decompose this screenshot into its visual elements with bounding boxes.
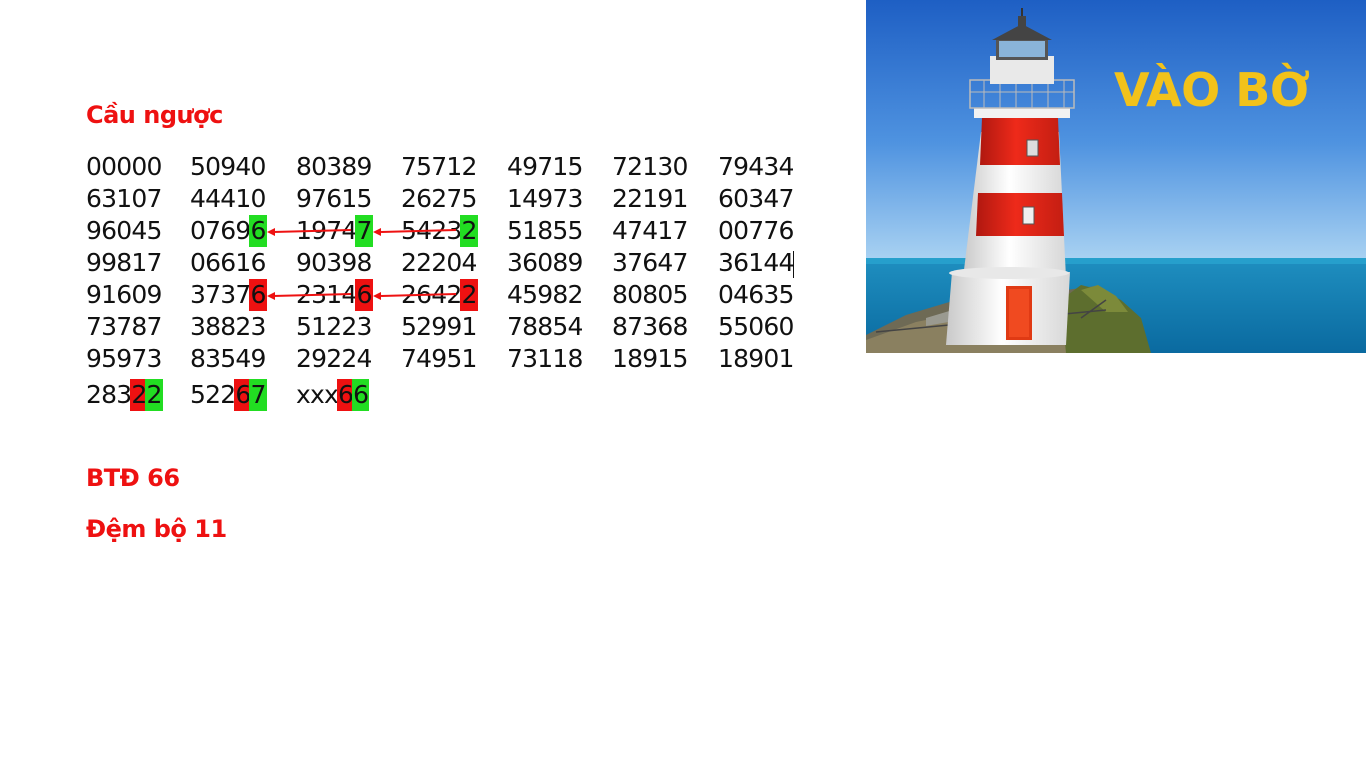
red-highlighted-digit: 2 [460, 279, 478, 311]
green-highlighted-digit: 2 [460, 215, 478, 247]
number-cell: 28322 [86, 379, 163, 411]
number-cell: xxx66 [296, 379, 370, 411]
number-cell: 74951 [401, 344, 477, 373]
grid-row: 95973 83549 29224 74951 73118 18915 18901 [86, 343, 846, 375]
number-cell: 26275 [401, 184, 477, 213]
number-cell: 47417 [612, 216, 688, 245]
lighthouse-illustration [866, 0, 1366, 353]
green-highlighted-digit: 6 [352, 379, 370, 411]
number-cell: 22204 [401, 248, 477, 277]
green-highlighted-digit: 6 [249, 215, 267, 247]
number-cell: 00776 [718, 216, 794, 245]
text-cursor [793, 251, 794, 278]
number-cell: 63107 [86, 184, 162, 213]
number-cell: 04635 [718, 280, 794, 309]
number-cell: 49715 [507, 152, 583, 181]
number-cell: 23146 [296, 279, 373, 311]
number-cell: 60347 [718, 184, 794, 213]
number-cell: 80389 [296, 152, 372, 181]
number-cell: 52267 [190, 379, 267, 411]
number-cell: 45982 [507, 280, 583, 309]
number-cell: 26422 [401, 279, 478, 311]
number-cell: 52991 [401, 312, 477, 341]
number-cell: 06616 [190, 248, 266, 277]
number-cell: 14973 [507, 184, 583, 213]
number-cell: 22191 [612, 184, 688, 213]
image-caption: VÀO BỜ [1114, 63, 1310, 117]
grid-row: 99817 06616 90398 22204 36089 37647 36144 [86, 247, 846, 279]
note-btd: BTĐ 66 [86, 464, 180, 492]
number-cell: 96045 [86, 216, 162, 245]
number-cell: 97615 [296, 184, 372, 213]
red-highlighted-digit: 6 [249, 279, 267, 311]
number-cell: 51223 [296, 312, 372, 341]
grid-row: 00000 50940 80389 75712 49715 72130 79434 [86, 151, 846, 183]
number-cell: 83549 [190, 344, 266, 373]
number-cell: 00000 [86, 152, 162, 181]
number-cell: 95973 [86, 344, 162, 373]
green-highlighted-digit: 2 [145, 379, 163, 411]
lighthouse-photo: VÀO BỜ [866, 0, 1366, 353]
grid-row: 96045 07696 19747 54232 51855 47417 00776 [86, 215, 846, 247]
number-cell: 87368 [612, 312, 688, 341]
number-cell: 73787 [86, 312, 162, 341]
number-cell: 19747 [296, 215, 373, 247]
number-cell: 72130 [612, 152, 688, 181]
green-highlighted-digit: 7 [355, 215, 373, 247]
number-cell: 90398 [296, 248, 372, 277]
number-cell: 73118 [507, 344, 583, 373]
number-cell: 79434 [718, 152, 794, 181]
number-cell: 50940 [190, 152, 266, 181]
note-dem-bo: Đệm bộ 11 [86, 515, 227, 543]
number-cell: 37647 [612, 248, 688, 277]
grid-row: 63107 44410 97615 26275 14973 22191 60347 [86, 183, 846, 215]
number-cell: 38823 [190, 312, 266, 341]
number-cell: 99817 [86, 248, 162, 277]
red-highlighted-digit: 6 [355, 279, 373, 311]
grid-row: 28322 52267 xxx66 [86, 375, 846, 415]
number-cell: 75712 [401, 152, 477, 181]
number-cell: 36089 [507, 248, 583, 277]
number-cell: 18915 [612, 344, 688, 373]
number-cell: 51855 [507, 216, 583, 245]
number-cell: 37376 [190, 279, 267, 311]
number-cell: 54232 [401, 215, 478, 247]
number-cell: 80805 [612, 280, 688, 309]
number-cell: 36144 [718, 248, 794, 277]
number-cell: 18901 [718, 344, 794, 373]
number-cell: 91609 [86, 280, 162, 309]
number-grid: 00000 50940 80389 75712 49715 72130 79434 63107… [86, 151, 846, 415]
number-cell: 07696 [190, 215, 267, 247]
number-cell: 55060 [718, 312, 794, 341]
grid-row: 91609 37376 23146 26422 45982 80805 04635 [86, 279, 846, 311]
grid-row: 73787 38823 51223 52991 78854 87368 55060 [86, 311, 846, 343]
slide-title: Cầu ngược [86, 101, 223, 129]
number-cell: 44410 [190, 184, 266, 213]
green-highlighted-digit: 7 [249, 379, 267, 411]
number-cell: 78854 [507, 312, 583, 341]
number-cell: 29224 [296, 344, 372, 373]
